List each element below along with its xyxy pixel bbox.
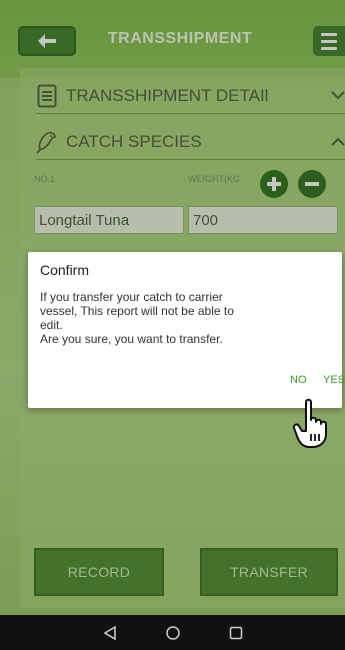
yes-button[interactable]: YES	[323, 374, 345, 386]
nav-recents-icon[interactable]	[226, 623, 246, 643]
dialog-message-line: If you transfer your catch to carrier	[40, 290, 223, 304]
dialog-title: Confirm	[40, 262, 90, 278]
dialog-message-line: edit.	[40, 318, 63, 332]
confirm-dialog: Confirm If you transfer your catch to ca…	[28, 252, 345, 408]
nav-home-icon[interactable]	[163, 623, 183, 643]
dialog-message: If you transfer your catch to carrier ve…	[40, 290, 336, 346]
nav-back-icon[interactable]	[100, 623, 120, 643]
android-nav-bar	[0, 615, 345, 650]
pointing-hand-icon	[292, 398, 327, 448]
app-screen: TRANSSHIPMENT TRANSSHIPMENT DETAIl CATCH…	[0, 0, 345, 615]
no-button[interactable]: NO	[290, 374, 307, 386]
dialog-message-line: vessel, This report will not be able to	[40, 304, 234, 318]
dialog-message-line: Are you sure, you want to transfer.	[40, 332, 223, 346]
